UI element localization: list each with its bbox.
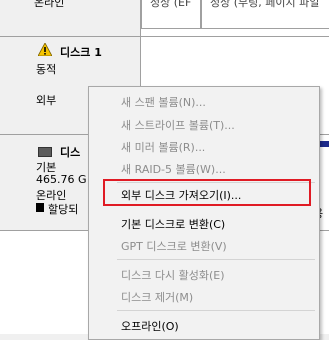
disk0-status-label: 온라인 <box>34 0 65 9</box>
context-menu: 새 스팬 볼륨(N)... 새 스트라이프 볼륨(T)... 새 미러 볼륨(R… <box>88 86 320 340</box>
menu-item-new-spanned-volume[interactable]: 새 스팬 볼륨(N)... <box>121 94 206 110</box>
menu-item-new-striped-volume[interactable]: 새 스트라이프 볼륨(T)... <box>121 117 235 133</box>
menu-item-reactivate-disk[interactable]: 디스크 다시 활성화(E) <box>121 267 225 283</box>
menu-item-new-raid5-volume[interactable]: 새 RAID-5 볼륨(W)... <box>121 161 226 177</box>
menu-item-remove-disk[interactable]: 디스크 제거(M) <box>121 289 193 305</box>
partition-efi-label: 정상 (EF <box>150 0 192 9</box>
disk1-title: 디스크 1 <box>60 46 102 59</box>
menu-separator <box>117 310 315 311</box>
volume-row-top: 온라인 정상 (EF 정상 (부팅, 페이지 파일 <box>0 0 329 36</box>
menu-separator <box>117 259 315 260</box>
menu-item-offline[interactable]: 오프라인(O) <box>121 318 179 334</box>
menu-item-convert-to-basic-disk[interactable]: 기본 디스크로 변환(C) <box>121 216 225 232</box>
menu-item-convert-to-gpt-disk[interactable]: GPT 디스크로 변환(V) <box>121 238 227 254</box>
disk2-size: 465.76 G <box>36 173 87 186</box>
disk-drive-icon <box>38 147 52 157</box>
unallocated-legend-label: 할당되 <box>48 203 79 216</box>
partition-system[interactable]: 정상 (부팅, 페이지 파일 <box>201 0 329 29</box>
disk1-status: 동적 <box>36 63 57 76</box>
disk1-type: 외부 <box>36 94 57 107</box>
disk2-title: 디스 <box>60 146 81 159</box>
menu-item-import-foreign-disks[interactable]: 외부 디스크 가져오기(I)... <box>121 187 241 203</box>
unallocated-legend-swatch <box>36 203 44 212</box>
menu-item-new-mirrored-volume[interactable]: 새 미러 볼륨(R)... <box>121 139 205 155</box>
partition-system-label: 정상 (부팅, 페이지 파일 <box>210 0 320 9</box>
partition-efi[interactable]: 정상 (EF <box>141 0 201 29</box>
warning-icon <box>38 43 52 56</box>
disk0-status-cell: 온라인 <box>0 0 141 36</box>
